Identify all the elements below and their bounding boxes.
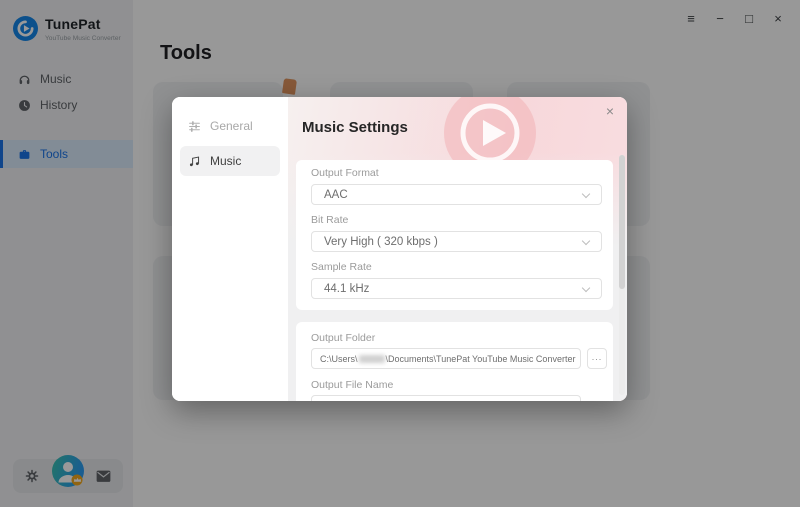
browse-folder-button[interactable]: ...	[587, 348, 607, 369]
bit-rate-label: Bit Rate	[311, 214, 349, 226]
chevron-down-icon	[581, 236, 591, 246]
dialog-scrollbar	[619, 155, 625, 395]
redacted-username	[358, 354, 385, 363]
dialog-title: Music Settings	[302, 119, 408, 136]
music-note-icon	[188, 155, 201, 168]
output-format-select[interactable]: AAC	[311, 184, 602, 205]
dialog-content: Music Settings × Output Format AAC Bit R…	[288, 97, 627, 401]
chevron-down-icon	[581, 283, 591, 293]
sample-rate-label: Sample Rate	[311, 261, 372, 273]
tab-label: Music	[210, 154, 242, 168]
sample-rate-select[interactable]: 44.1 kHz	[311, 278, 602, 299]
output-file-name-input[interactable]	[311, 395, 581, 401]
tab-music[interactable]: Music	[180, 146, 280, 176]
tab-general[interactable]: General	[180, 111, 280, 141]
output-format-label: Output Format	[311, 167, 379, 179]
tab-label: General	[210, 119, 253, 133]
output-file-name-label: Output File Name	[311, 379, 394, 391]
dialog-tab-panel: General Music	[172, 97, 288, 401]
sliders-icon	[188, 120, 201, 133]
scrollbar-thumb[interactable]	[619, 155, 625, 289]
app-window: TunePat YouTube Music Converter Music Hi…	[0, 0, 800, 507]
dialog-close-icon[interactable]: ×	[601, 102, 619, 120]
output-folder-label: Output Folder	[311, 332, 376, 344]
output-settings-card: Output Folder C:\Users\ \Documents\TunePa…	[296, 322, 613, 401]
audio-settings-card: Output Format AAC Bit Rate Very High ( 3…	[296, 160, 613, 310]
chevron-down-icon	[581, 189, 591, 199]
bit-rate-select[interactable]: Very High ( 320 kbps )	[311, 231, 602, 252]
output-folder-input[interactable]: C:\Users\ \Documents\TunePat YouTube Musi…	[311, 348, 581, 369]
settings-dialog: General Music Music Settings × Output Fo…	[172, 97, 627, 401]
